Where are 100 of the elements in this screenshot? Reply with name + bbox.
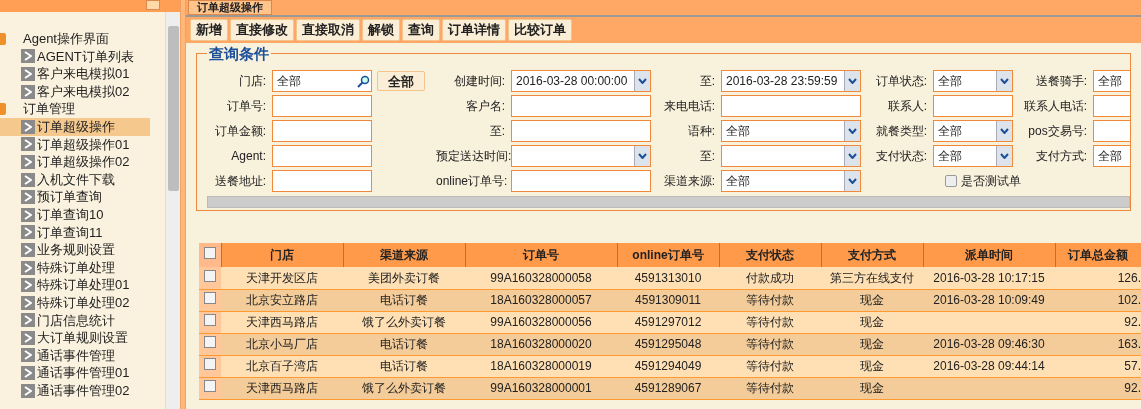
tree-item[interactable]: 大订单规则设置: [0, 329, 150, 347]
toolbar-button[interactable]: 新增: [190, 19, 228, 41]
toolbar-button[interactable]: 订单详情: [442, 19, 506, 41]
tree-item[interactable]: 订单查询10: [0, 205, 150, 224]
input-field[interactable]: [272, 145, 372, 167]
input-field[interactable]: [721, 95, 861, 117]
tree-item[interactable]: 客户来电模拟02: [0, 82, 150, 101]
checkbox[interactable]: [204, 292, 216, 304]
dropdown-field[interactable]: 全部: [721, 170, 861, 192]
table-cell: 等待付款: [746, 315, 794, 329]
dropdown-field[interactable]: 2016-03-28 00:00:00: [511, 70, 651, 92]
tree-item[interactable]: 门店信息统计: [0, 311, 150, 330]
checkbox[interactable]: [204, 380, 216, 392]
input-field[interactable]: [511, 170, 651, 192]
tree-item[interactable]: 通话事件管理01: [0, 364, 150, 382]
field-label: 门店:: [238, 74, 266, 88]
input-field[interactable]: [511, 120, 651, 142]
toolbar-button[interactable]: 比较订单: [508, 19, 572, 41]
toolbar-button[interactable]: 查询: [402, 19, 440, 41]
table-cell: 4591295048: [634, 337, 702, 351]
caret-icon[interactable]: [844, 71, 860, 91]
table-cell: 饿了么外卖订餐: [362, 381, 446, 395]
chevron-icon: [21, 119, 35, 134]
caret-icon[interactable]: [844, 146, 860, 166]
tree-item[interactable]: 特殊订单处理01: [0, 276, 150, 294]
chevron-icon: [21, 383, 35, 398]
checkbox[interactable]: [204, 269, 216, 282]
checkbox[interactable]: [204, 336, 216, 348]
table-cell: 电话订餐: [380, 337, 428, 351]
table-cell: 2016-03-28 09:44:14: [933, 359, 1045, 373]
field-label: 客户名:: [465, 99, 505, 113]
field-label: 送餐地址:: [214, 174, 266, 188]
tree-item[interactable]: 特殊订单处理02: [0, 293, 150, 312]
input-field[interactable]: 全部: [1093, 145, 1130, 167]
tree-item[interactable]: 客户来电模拟01: [0, 65, 150, 83]
table-cell: 第三方在线支付: [830, 270, 914, 285]
tree-item[interactable]: 订单超级操作02: [0, 153, 150, 171]
tree-item[interactable]: 业务规则设置: [0, 241, 150, 259]
scrollbar[interactable]: [165, 12, 180, 409]
input-field[interactable]: [272, 95, 372, 117]
input-field[interactable]: [511, 95, 651, 117]
tree-item[interactable]: 订单超级操作01: [0, 135, 150, 154]
caret-icon[interactable]: [996, 146, 1012, 166]
table-cell: 4591313010: [634, 270, 702, 285]
search-field[interactable]: 全部: [272, 70, 372, 92]
tree-item[interactable]: 预订单查询: [0, 188, 150, 206]
caret-icon[interactable]: [844, 121, 860, 141]
tree-item[interactable]: 订单超级操作: [0, 117, 150, 136]
caret-icon[interactable]: [844, 171, 860, 191]
column-header[interactable]: 订单号: [523, 248, 559, 262]
caret-icon[interactable]: [996, 121, 1012, 141]
dropdown-field[interactable]: 全部: [933, 70, 1013, 92]
dropdown-field[interactable]: 全部: [933, 145, 1013, 167]
column-header[interactable]: 支付方式: [848, 248, 896, 262]
column-header[interactable]: 支付状态: [746, 248, 794, 262]
checkbox[interactable]: [945, 175, 957, 187]
field-label: 至:: [489, 124, 505, 138]
tree-item[interactable]: 订单查询11: [0, 223, 150, 242]
toolbar-button[interactable]: 直接取消: [296, 19, 360, 41]
table-cell: 92.: [1124, 315, 1141, 329]
tree-item[interactable]: 特殊订单处理: [0, 258, 150, 277]
chevron-icon: [21, 84, 35, 99]
all-button[interactable]: 全部: [377, 71, 425, 91]
dropdown-field[interactable]: [721, 145, 861, 167]
checkbox[interactable]: [204, 314, 216, 326]
checkbox[interactable]: [203, 247, 216, 259]
tree-item[interactable]: 通话事件管理: [0, 346, 150, 365]
active-tab[interactable]: 订单超级操作: [188, 0, 272, 15]
table-cell: 99A160328000058: [490, 270, 592, 285]
tree-item[interactable]: 入机文件下载: [0, 170, 150, 189]
dropdown-field[interactable]: 全部: [721, 120, 861, 142]
dropdown-field[interactable]: 2016-03-28 23:59:59: [721, 70, 861, 92]
tree-item[interactable]: 通话事件管理02: [0, 381, 150, 400]
toolbar-button[interactable]: 解锁: [362, 19, 400, 41]
column-header[interactable]: 派单时间: [965, 248, 1013, 262]
caret-icon[interactable]: [634, 146, 650, 166]
field-label: 创建时间:: [453, 74, 505, 88]
caret-icon[interactable]: [634, 71, 650, 91]
field-label: 订单金额:: [214, 124, 266, 138]
toolbar-button[interactable]: 直接修改: [230, 19, 294, 41]
column-header[interactable]: online订单号: [632, 248, 704, 262]
table-cell: 现金: [860, 315, 884, 329]
table-cell: 等待付款: [746, 293, 794, 307]
collapse-icon[interactable]: [146, 0, 160, 10]
dropdown-field[interactable]: 全部: [933, 120, 1013, 142]
tree-node[interactable]: 订单管理: [22, 99, 76, 119]
horizontal-scrollbar[interactable]: [207, 196, 1130, 208]
dropdown-field[interactable]: [511, 145, 651, 167]
field-label: 订单状态:: [875, 74, 927, 88]
input-field[interactable]: 全部: [1093, 70, 1130, 92]
tree-item[interactable]: AGENT订单列表: [0, 47, 150, 66]
tree-node[interactable]: Agent操作界面: [22, 29, 110, 49]
column-header[interactable]: 渠道来源: [380, 248, 428, 262]
column-header[interactable]: 门店: [270, 248, 294, 262]
checkbox[interactable]: [204, 358, 216, 370]
input-field[interactable]: [272, 120, 372, 142]
column-header[interactable]: 订单总金额: [1068, 248, 1128, 262]
caret-icon[interactable]: [996, 71, 1012, 91]
input-field[interactable]: [933, 95, 1013, 117]
input-field[interactable]: [272, 170, 372, 192]
